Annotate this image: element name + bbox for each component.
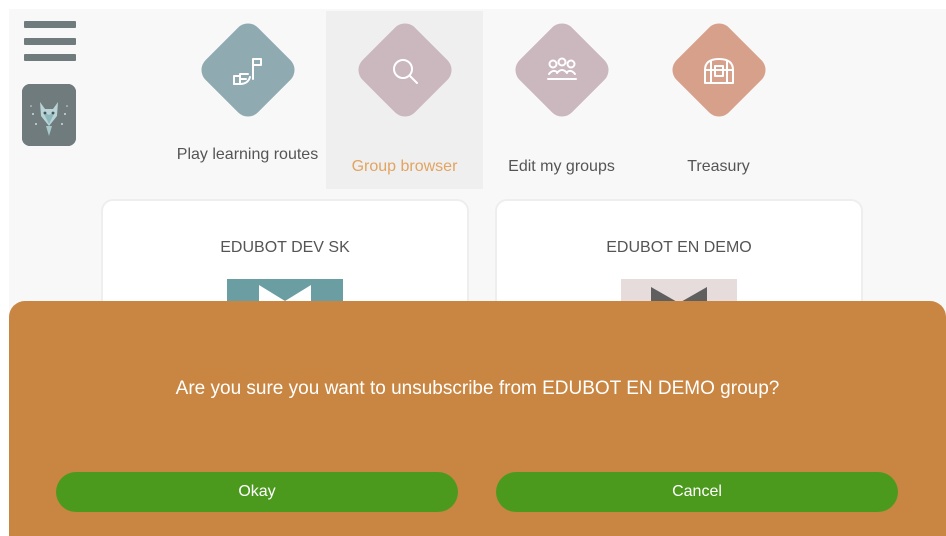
unsubscribe-dialog: Are you sure you want to unsubscribe fro…: [9, 301, 946, 536]
wolf-avatar-icon: [22, 84, 76, 146]
nav-treasury[interactable]: Treasury: [640, 11, 797, 189]
user-avatar[interactable]: [22, 84, 76, 146]
menu-bar: [24, 54, 76, 61]
menu-bar: [24, 21, 76, 28]
group-name: EDUBOT DEV SK: [220, 239, 350, 256]
treasure-chest-icon: [697, 50, 741, 94]
nav-play-learning-routes[interactable]: Play learning routes: [169, 11, 326, 189]
nav-label: Group browser: [351, 158, 458, 175]
dialog-message: Are you sure you want to unsubscribe fro…: [175, 378, 780, 399]
app-screen: Play learning routes Group browser Edit …: [9, 9, 946, 536]
okay-button[interactable]: Okay: [56, 472, 458, 512]
route-flag-icon: [226, 50, 270, 94]
menu-bar: [24, 37, 76, 45]
search-icon: [383, 50, 427, 94]
hamburger-menu-icon[interactable]: [24, 19, 76, 63]
main-nav: Play learning routes Group browser Edit …: [169, 11, 797, 189]
nav-label: Play learning routes: [176, 146, 319, 163]
cancel-button[interactable]: Cancel: [496, 472, 898, 512]
nav-group-browser[interactable]: Group browser: [326, 11, 483, 189]
nav-edit-my-groups[interactable]: Edit my groups: [483, 11, 640, 189]
nav-label: Treasury: [687, 158, 750, 175]
group-name: EDUBOT EN DEMO: [606, 239, 752, 256]
group-people-icon: [540, 50, 584, 94]
nav-label: Edit my groups: [508, 158, 615, 175]
